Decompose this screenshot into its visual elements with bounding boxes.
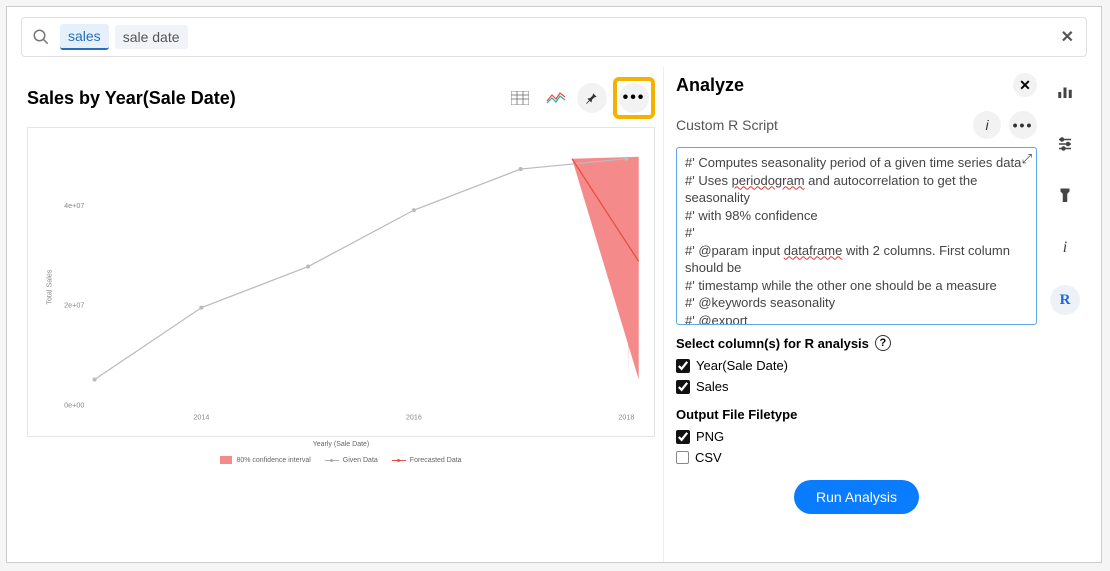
chart-panel: Sales by Year(Sale Date) ••• (21, 67, 663, 562)
r-icon: R (1060, 292, 1071, 309)
script-line: #' timestamp while the other one should … (685, 277, 1028, 295)
script-line: #' @keywords seasonality (685, 294, 1028, 312)
right-rail: i R (1043, 67, 1087, 562)
legend-ci-swatch (220, 456, 232, 464)
pin-icon (585, 91, 599, 105)
column-checkbox-sales[interactable]: Sales (676, 379, 1037, 394)
more-menu-button[interactable]: ••• (619, 83, 649, 113)
legend-forecast-label: Forecasted Data (410, 457, 462, 464)
pin-button[interactable] (577, 83, 607, 113)
close-analyze-button[interactable]: ✕ (1013, 73, 1037, 97)
svg-text:2018: 2018 (618, 414, 634, 422)
legend-given-line (325, 460, 339, 461)
clear-search-icon[interactable]: ✕ (1061, 27, 1074, 47)
search-icon (32, 28, 50, 46)
given-data-line (95, 159, 627, 380)
script-line: #' Uses periodogram and autocorrelation … (685, 172, 1028, 207)
ci-shape (572, 157, 639, 380)
table-icon (511, 91, 529, 105)
bar-chart-icon (1056, 83, 1074, 101)
svg-text:2014: 2014 (193, 414, 209, 422)
help-icon[interactable]: ? (875, 335, 891, 351)
svg-text:2016: 2016 (406, 414, 422, 422)
flashlight-icon (1056, 187, 1074, 205)
checkbox-label: PNG (696, 429, 724, 444)
checkbox-label: Year(Sale Date) (696, 358, 788, 373)
r-script-textarea[interactable]: ⤢ #' Computes seasonality period of a gi… (676, 147, 1037, 325)
chart-legend: 80% confidence interval Given Data Forec… (27, 456, 655, 464)
script-line: #' @export (685, 312, 1028, 325)
search-chip-sales[interactable]: sales (60, 24, 109, 50)
legend-forecast-line (392, 460, 406, 461)
script-line: #' @param input dataframe with 2 columns… (685, 242, 1028, 277)
x-axis-label: Yearly (Sale Date) (27, 441, 655, 448)
column-checkbox-year[interactable]: Year(Sale Date) (676, 358, 1037, 373)
more-horizontal-icon: ••• (623, 89, 646, 107)
more-menu-highlight: ••• (613, 77, 655, 119)
rail-chart-button[interactable] (1050, 77, 1080, 107)
rail-r-button[interactable]: R (1050, 285, 1080, 315)
chart-type-button[interactable] (541, 83, 571, 113)
expand-icon[interactable]: ⤢ (1022, 150, 1032, 168)
script-line: #' Computes seasonality period of a give… (685, 154, 1028, 172)
script-line: #' with 98% confidence (685, 207, 1028, 225)
chart-svg: 0e+00 2e+07 4e+07 2014 2016 2018 (28, 128, 654, 436)
run-analysis-button[interactable]: Run Analysis (794, 480, 919, 514)
rail-settings-button[interactable] (1050, 129, 1080, 159)
analyze-more-button[interactable]: ••• (1009, 111, 1037, 139)
svg-text:4e+07: 4e+07 (64, 202, 84, 210)
legend-ci-label: 80% confidence interval (236, 457, 310, 464)
table-view-button[interactable] (505, 83, 535, 113)
svg-text:Total Sales: Total Sales (45, 269, 53, 304)
chart-area: 0e+00 2e+07 4e+07 2014 2016 2018 (27, 127, 655, 437)
info-icon: i (1063, 239, 1067, 257)
output-checkbox-png[interactable]: PNG (676, 429, 1037, 444)
analyze-subtitle: Custom R Script (676, 117, 778, 133)
script-line: #' (685, 224, 1028, 242)
svg-text:2e+07: 2e+07 (64, 302, 84, 310)
search-chip-sale-date[interactable]: sale date (115, 25, 188, 49)
analyze-title: Analyze (676, 75, 744, 96)
legend-given-label: Given Data (343, 457, 378, 464)
sliders-icon (1056, 135, 1074, 153)
analyze-panel: Analyze ✕ Custom R Script i ••• ⤢ #' Com… (663, 67, 1043, 562)
output-checkbox-csv[interactable]: CSV (676, 450, 1037, 465)
svg-text:0e+00: 0e+00 (64, 401, 84, 409)
checkbox-label: Sales (696, 379, 729, 394)
line-chart-icon (546, 91, 566, 105)
checkbox-label: CSV (695, 450, 722, 465)
chart-title: Sales by Year(Sale Date) (27, 88, 236, 109)
more-horizontal-icon: ••• (1013, 117, 1034, 133)
output-section-label: Output File Filetype (676, 407, 1037, 422)
info-icon: i (985, 117, 988, 133)
rail-info-button[interactable]: i (1050, 233, 1080, 263)
search-bar[interactable]: sales sale date ✕ (21, 17, 1087, 57)
rail-flashlight-button[interactable] (1050, 181, 1080, 211)
columns-section-label: Select column(s) for R analysis ? (676, 335, 1037, 351)
info-button[interactable]: i (973, 111, 1001, 139)
